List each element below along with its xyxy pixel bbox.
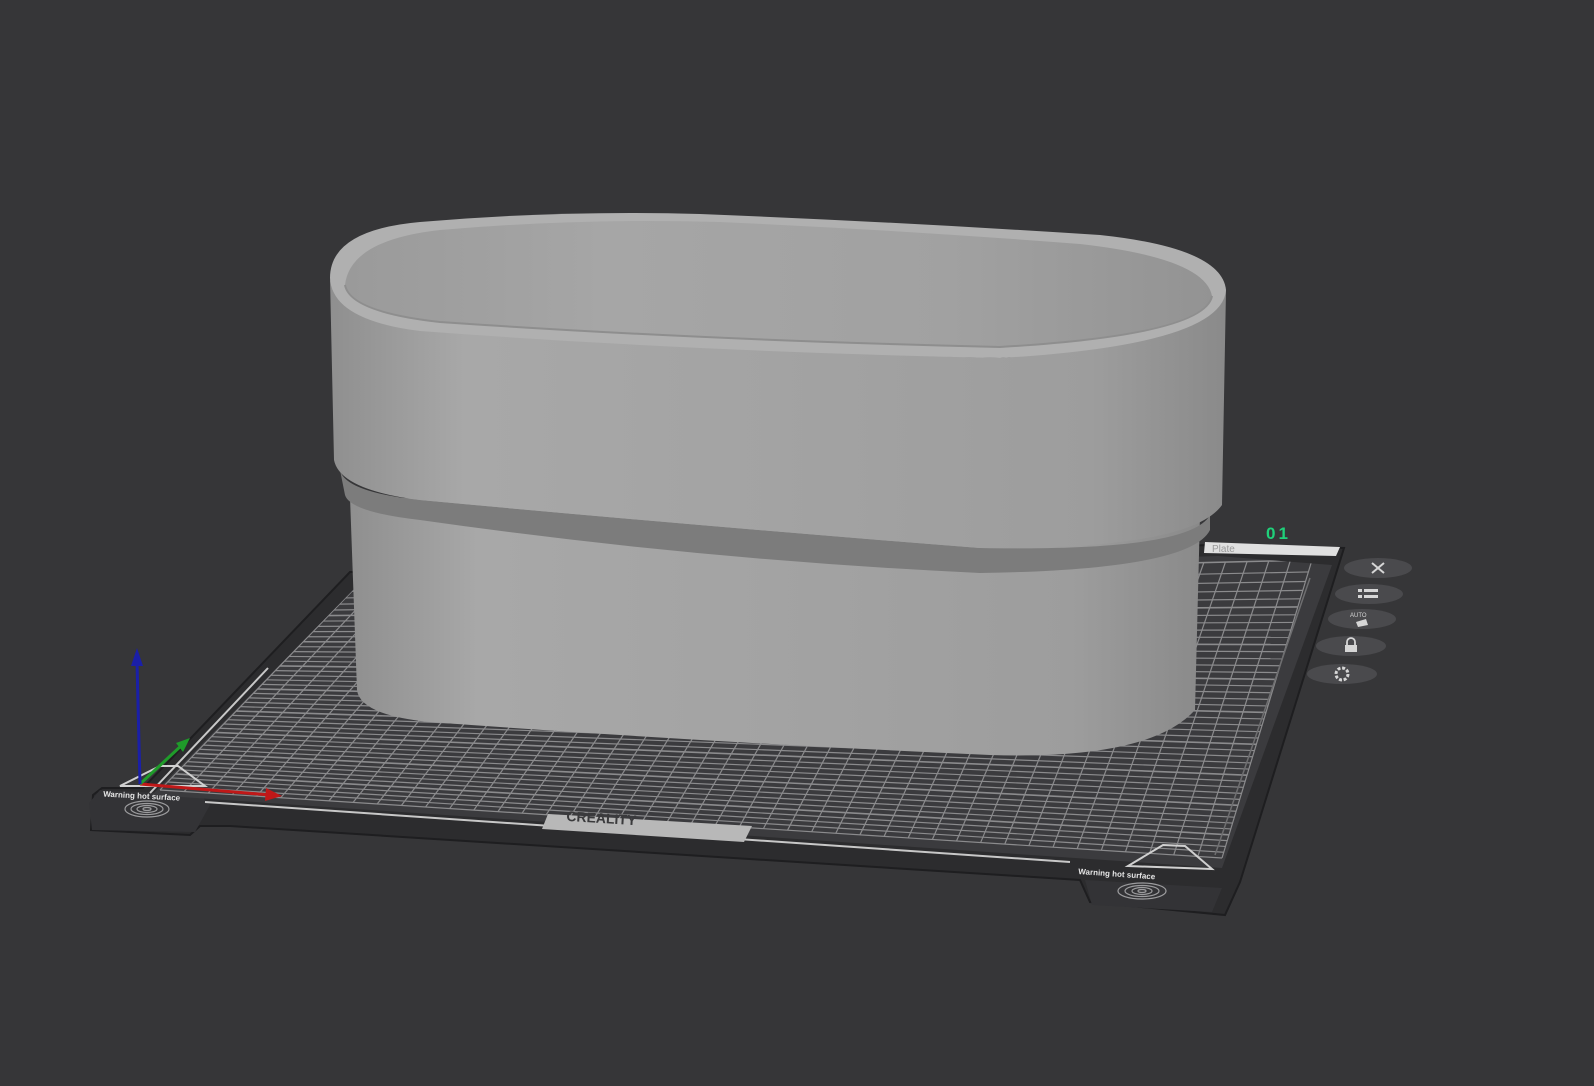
3d-viewport[interactable]: CREALITY Warning hot surface Warning hot…	[0, 0, 1594, 1086]
z-axis	[135, 661, 142, 785]
auto-orient-button[interactable]: AUTO	[1328, 609, 1396, 629]
scene-canvas[interactable]: CREALITY Warning hot surface Warning hot…	[0, 0, 1594, 1086]
plate-name-label: Plate	[1212, 544, 1235, 555]
plate-settings-button[interactable]	[1307, 664, 1377, 684]
model-oval-container[interactable]	[330, 213, 1226, 756]
plate-name-tab[interactable]: Plate	[1204, 542, 1340, 556]
remove-plate-button[interactable]	[1344, 558, 1412, 578]
lock-plate-button[interactable]	[1316, 636, 1386, 656]
z-axis-arrow-icon	[131, 648, 143, 666]
arrange-button[interactable]	[1335, 584, 1403, 604]
plate-number: 01	[1266, 524, 1291, 543]
auto-orient-label: AUTO	[1350, 613, 1367, 619]
